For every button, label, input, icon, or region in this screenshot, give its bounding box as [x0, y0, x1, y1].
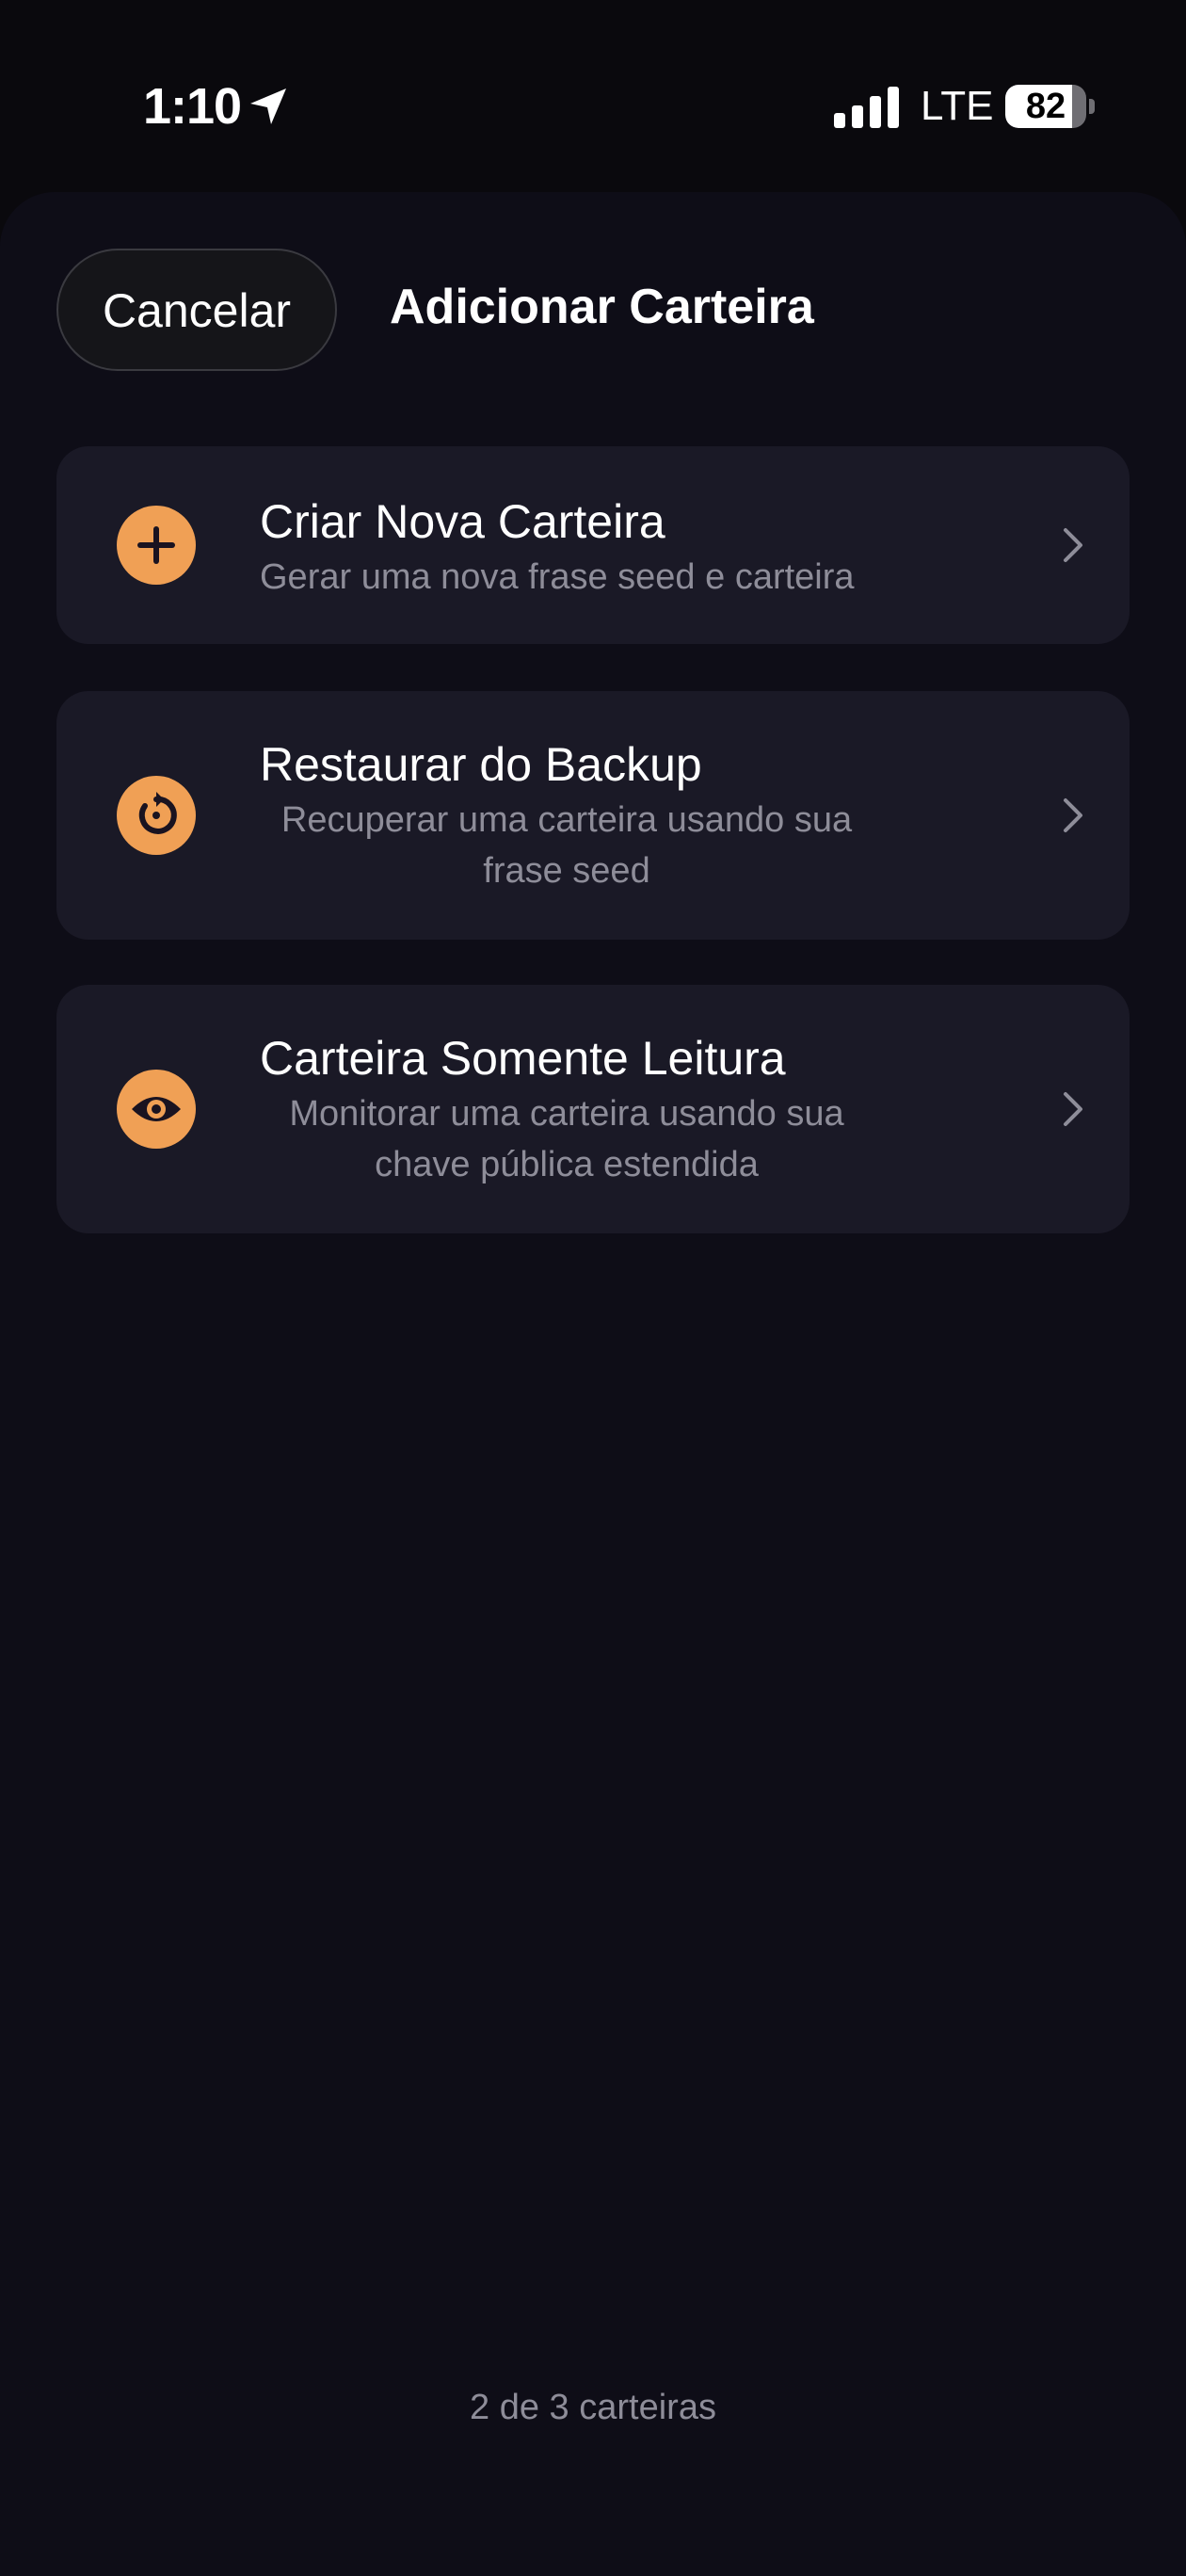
option-title: Restaurar do Backup [260, 738, 702, 791]
battery-body: 82 [1005, 85, 1086, 128]
network-type: LTE [921, 83, 994, 129]
option-title: Criar Nova Carteira [260, 495, 665, 548]
status-bar: 1:10 LTE 82 [0, 0, 1186, 188]
option-text: Carteira Somente Leitura Monitorar uma c… [260, 1030, 1003, 1190]
option-restore-backup[interactable]: Restaurar do Backup Recuperar uma cartei… [56, 691, 1130, 940]
restore-icon [117, 776, 196, 855]
location-arrow-icon [250, 89, 286, 124]
screen: 1:10 LTE 82 Cancelar Adicionar Carteira [0, 0, 1186, 2576]
option-text: Criar Nova Carteira Gerar uma nova frase… [260, 493, 1003, 603]
option-description: Gerar uma nova frase seed e carteira [260, 557, 855, 597]
cancel-button[interactable]: Cancelar [56, 249, 337, 371]
chevron-right-icon [1064, 528, 1082, 562]
battery-cap [1089, 99, 1095, 114]
status-time: 1:10 [143, 78, 242, 135]
option-title: Carteira Somente Leitura [260, 1032, 786, 1085]
battery-icon: 82 [1005, 85, 1095, 128]
plus-icon [117, 506, 196, 585]
option-description: Recuperar uma carteira usando sua frase … [280, 800, 853, 891]
option-text: Restaurar do Backup Recuperar uma cartei… [260, 736, 1003, 896]
eye-icon [117, 1070, 196, 1149]
option-create-wallet[interactable]: Criar Nova Carteira Gerar uma nova frase… [56, 446, 1130, 644]
add-wallet-sheet: Cancelar Adicionar Carteira Criar Nova C… [0, 192, 1186, 2576]
option-watch-only-wallet[interactable]: Carteira Somente Leitura Monitorar uma c… [56, 985, 1130, 1233]
chevron-right-icon [1064, 798, 1082, 832]
option-description: Monitorar uma carteira usando sua chave … [289, 1094, 844, 1184]
chevron-right-icon [1064, 1092, 1082, 1126]
cellular-signal-icon [834, 87, 899, 128]
battery-level: 82 [1025, 87, 1066, 126]
page-title: Adicionar Carteira [390, 280, 814, 334]
wallet-count-label: 2 de 3 carteiras [470, 2388, 716, 2427]
